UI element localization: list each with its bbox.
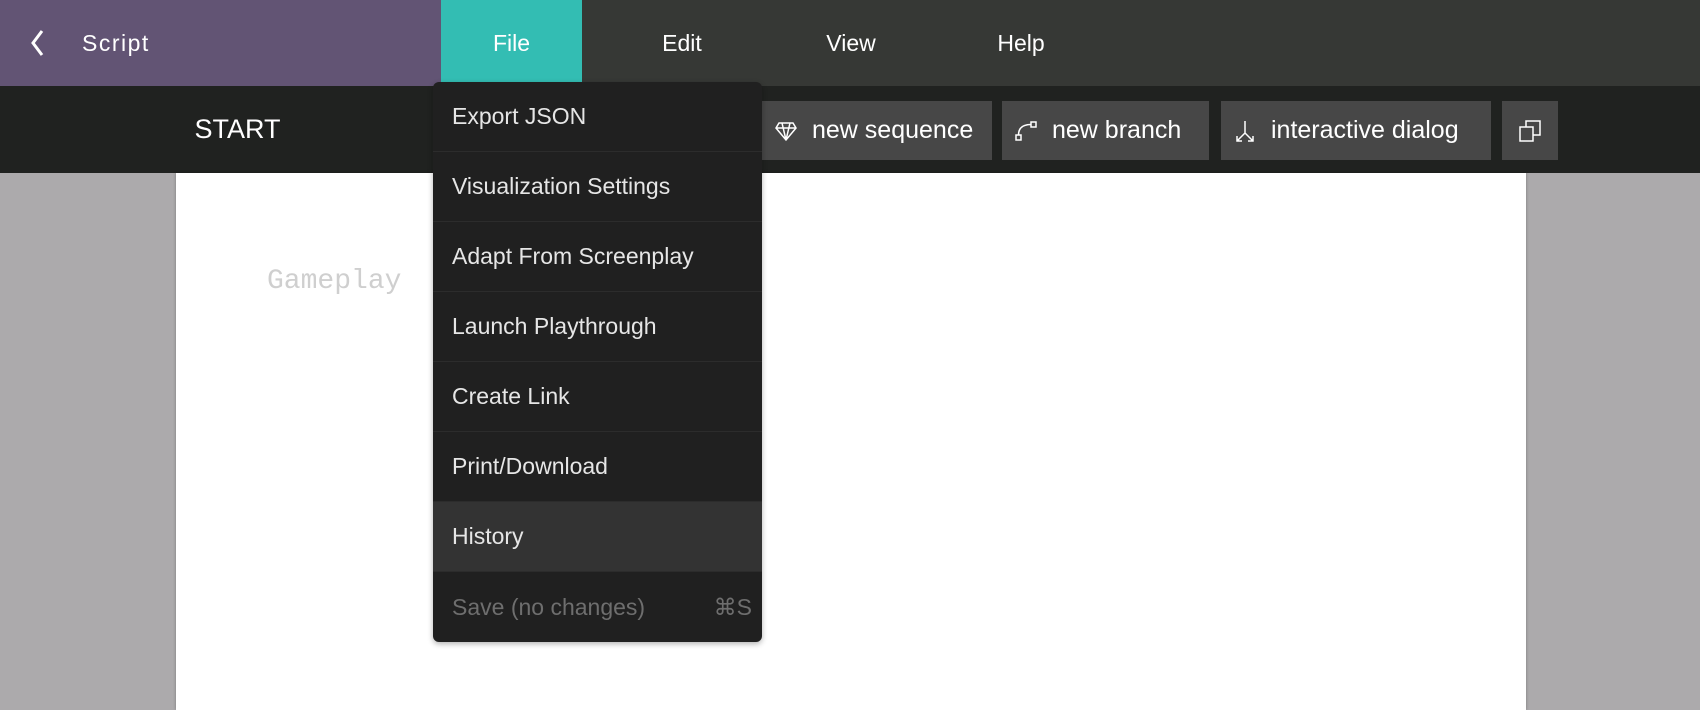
branch-icon: [1015, 120, 1037, 141]
menu-item-label: History: [452, 523, 524, 549]
split-icon: [1236, 120, 1254, 142]
toolbar: START new sequence new branch interactiv…: [0, 86, 1700, 173]
menu-bar: Script File Edit View Help: [0, 0, 1700, 86]
interactive-dialog-button[interactable]: interactive dialog: [1221, 101, 1491, 160]
app-header: Script: [0, 0, 441, 86]
diamond-icon: [775, 121, 797, 141]
interactive-dialog-label: interactive dialog: [1271, 116, 1459, 144]
menu-item-label: Visualization Settings: [452, 173, 671, 199]
new-branch-label: new branch: [1052, 116, 1182, 144]
menu-item-adapt-from-screenplay[interactable]: Adapt From Screenplay: [433, 222, 762, 292]
menu-item-visualization-settings[interactable]: Visualization Settings: [433, 152, 762, 222]
menu-item-print-download[interactable]: Print/Download: [433, 432, 762, 502]
new-branch-button[interactable]: new branch: [1002, 101, 1209, 160]
tab-edit[interactable]: Edit: [612, 0, 752, 86]
new-sequence-label: new sequence: [812, 116, 974, 144]
app-title: Script: [82, 29, 150, 56]
menu-item-export-json[interactable]: Export JSON: [433, 82, 762, 152]
chevron-left-icon[interactable]: [28, 28, 46, 58]
new-sequence-button[interactable]: new sequence: [762, 101, 992, 160]
tab-view[interactable]: View: [781, 0, 921, 86]
script-text[interactable]: Gameplay: [267, 266, 401, 297]
copy-button[interactable]: [1502, 101, 1558, 160]
menu-item-history[interactable]: History: [433, 502, 762, 572]
tab-file[interactable]: File: [441, 0, 582, 86]
tab-help[interactable]: Help: [951, 0, 1091, 86]
node-title: START: [194, 114, 281, 144]
menu-item-launch-playthrough[interactable]: Launch Playthrough: [433, 292, 762, 362]
file-menu: Export JSON Visualization Settings Adapt…: [433, 82, 762, 642]
menu-item-label: Adapt From Screenplay: [452, 243, 694, 269]
menu-item-label: Print/Download: [452, 453, 608, 479]
menu-item-save[interactable]: Save (no changes) ⌘S: [433, 572, 762, 642]
menu-item-label: Create Link: [452, 383, 570, 409]
menu-item-label: Save (no changes): [452, 593, 646, 620]
menu-item-create-link[interactable]: Create Link: [433, 362, 762, 432]
script-page[interactable]: Gameplay: [176, 173, 1526, 710]
shortcut-hint: ⌘S: [713, 593, 752, 620]
menu-item-label: Launch Playthrough: [452, 313, 657, 339]
menu-item-label: Export JSON: [452, 103, 587, 129]
copy-icon: [1519, 119, 1541, 142]
